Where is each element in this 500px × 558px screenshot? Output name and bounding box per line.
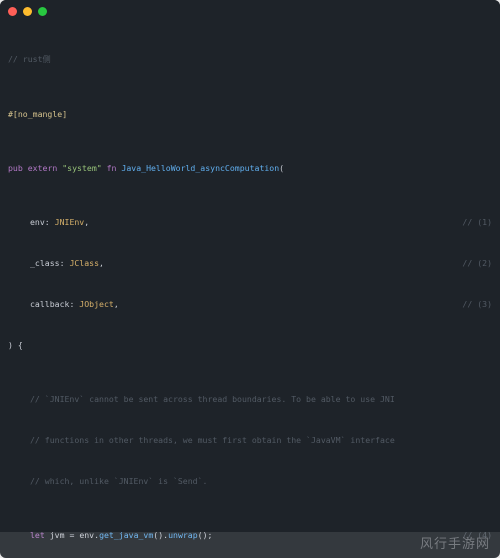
code-editor[interactable]: // rust侧 #[no_mangle] pub extern "system… (0, 22, 500, 558)
cmt-jnienv-3: // which, unlike `JNIEnv` is `Send`. (30, 475, 207, 489)
zoom-icon[interactable] (38, 7, 47, 16)
cmt-jnienv-1: // `JNIEnv` cannot be sent across thread… (30, 393, 395, 407)
fn-signature: pub extern "system" fn Java_HelloWorld_a… (8, 162, 492, 176)
cmt-jnienv-2: // functions in other threads, we must f… (30, 434, 395, 448)
param-callback: callback: JObject, // (3) (8, 298, 492, 312)
lang-hint: // rust侧 (8, 53, 51, 67)
window-titlebar (0, 0, 500, 22)
sig-close: ) { (8, 339, 23, 353)
editor-window: // rust侧 #[no_mangle] pub extern "system… (0, 0, 500, 558)
param-env: env: JNIEnv, // (1) (8, 216, 492, 230)
watermark: 风行手游网 (420, 533, 490, 552)
close-icon[interactable] (8, 7, 17, 16)
minimize-icon[interactable] (23, 7, 32, 16)
param-class: _class: JClass, // (2) (8, 257, 492, 271)
attr-no-mangle: #[no_mangle] (8, 108, 67, 122)
